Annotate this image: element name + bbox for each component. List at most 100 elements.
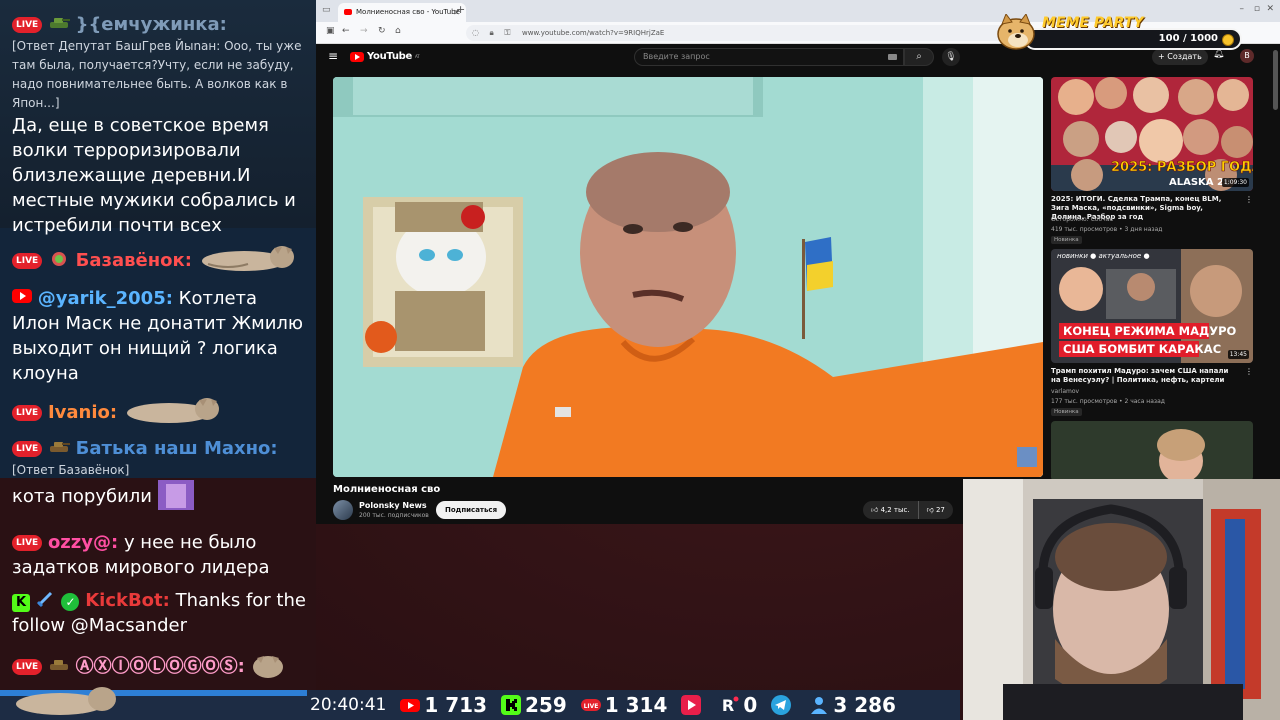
sidebar-icon[interactable]: ▣: [326, 26, 335, 36]
play-icon: [681, 695, 702, 715]
youtube-logo-text: YouTube: [367, 51, 412, 62]
chat-username[interactable]: @yarik_2005:: [38, 288, 173, 309]
youtube-icon: [12, 289, 32, 303]
sidebar-toggle-icon[interactable]: ▭: [322, 5, 331, 15]
chat-message: LIVE Базавёнок:: [12, 244, 310, 274]
browser-tab[interactable]: Молниеносная сво - YouTube ✕: [338, 3, 466, 22]
video-player[interactable]: [333, 77, 1043, 477]
meme-party-bar: 100 / 1000: [1024, 28, 1242, 50]
youtube-logo-icon: [350, 51, 364, 62]
reload-icon[interactable]: ↻: [378, 26, 386, 36]
cat-emote-icon: [201, 246, 294, 271]
create-label: Создать: [1167, 52, 1202, 61]
emote-image-icon: [157, 480, 194, 510]
related-thumbnail[interactable]: 2025: РАЗБОР ГОДА ALASKA 20 1:09:30: [1051, 77, 1253, 191]
kick-icon: [501, 695, 521, 715]
youtube-icon: [400, 699, 421, 712]
channel-avatar[interactable]: [333, 500, 353, 520]
play-button[interactable]: [681, 695, 705, 715]
like-button[interactable]: 👍︎ 4,2 тыс.: [863, 501, 919, 519]
chat-username[interactable]: Ivanio:: [48, 402, 117, 423]
related-meta: 419 тыс. просмотров • 3 дня назад: [1051, 226, 1163, 233]
tank-icon: [49, 660, 68, 670]
live-viewer-count: 1 314: [604, 693, 668, 717]
youtube-viewers: 1 713: [400, 693, 487, 717]
home-icon[interactable]: ⌂: [395, 26, 401, 36]
scrollbar-thumb[interactable]: [1273, 50, 1278, 110]
cat-emote-icon: [16, 687, 116, 715]
related-title[interactable]: Трамп похитил Мадуро: зачем США напали н…: [1051, 367, 1236, 385]
hamburger-menu-icon[interactable]: ≡: [328, 49, 338, 63]
webcam-image: [963, 479, 1280, 720]
svg-text:R: R: [722, 696, 734, 715]
total-viewer-count: 3 286: [833, 693, 896, 717]
channel-row: Polonsky News 200 тыс. подписчиков Подпи…: [333, 500, 1023, 522]
live-badge: LIVE: [12, 17, 43, 33]
chat-username[interactable]: ⒶⓍⒾⓄⓁⓄⒼⓄⓈ:: [76, 656, 245, 677]
clock-text: 20:40:41: [310, 695, 387, 715]
cat-emote-icon: [252, 656, 283, 678]
video-duration: 1:09:30: [1221, 178, 1249, 187]
close-window-icon[interactable]: ✕: [1266, 4, 1274, 14]
rutube-icon: R: [719, 695, 740, 715]
scrollbar[interactable]: [1271, 44, 1280, 524]
chat-username[interactable]: KickBot:: [85, 590, 170, 611]
new-badge: Новинка: [1051, 408, 1082, 416]
thumbnail-overlay-text: 2025: РАЗБОР ГОДА: [1111, 160, 1253, 175]
live-badge: LIVE: [12, 535, 43, 551]
coin-icon: [1222, 34, 1234, 46]
avatar-letter: В: [1244, 51, 1250, 60]
meme-party-count: 100 / 1000: [1158, 33, 1218, 44]
live-badge: LIVE: [12, 253, 43, 269]
person-icon: [811, 697, 828, 714]
channel-name[interactable]: Polonsky News: [359, 501, 427, 510]
chat-username[interactable]: Базавёнок:: [76, 250, 192, 271]
chat-text: кота порубили: [12, 486, 152, 507]
youtube-logo[interactable]: YouTube AT: [350, 51, 420, 62]
tank-icon: [49, 18, 70, 28]
chat-username[interactable]: ozzy@:: [48, 532, 118, 553]
search-input[interactable]: Введите запрос: [634, 48, 904, 66]
maximize-icon[interactable]: ▫: [1254, 4, 1260, 14]
thumbnail-image: новинки ● актуальное ● КОНЕЦ РЕЖИМА МАДУ…: [1051, 249, 1253, 363]
thumbs-down-icon: 👎︎: [926, 506, 934, 514]
new-tab-icon[interactable]: +: [456, 3, 465, 16]
meme-party-title: MEME PARTY: [1042, 15, 1144, 31]
voice-search-button[interactable]: 🎙︎: [942, 48, 960, 66]
channel-subscribers: 200 тыс. подписчиков: [359, 512, 429, 519]
keyboard-icon[interactable]: [888, 54, 897, 60]
chat-message: LIVE Батька наш Махно: [Ответ Базавёнок]…: [12, 436, 310, 510]
video-title: Молниеносная сво: [333, 484, 441, 495]
dislike-button[interactable]: 👎︎ 27: [919, 501, 953, 519]
chat-username[interactable]: }{емчужинка:: [76, 14, 227, 35]
related-thumbnail[interactable]: [1051, 421, 1253, 481]
live-icon: LIVE: [580, 699, 601, 711]
chat-panel: LIVE }{емчужинка: [Ответ Депутат БашГрев…: [0, 0, 316, 690]
thumbnail-image: 2025: РАЗБОР ГОДА ALASKA 20: [1051, 77, 1253, 191]
search-icon: ⌕: [916, 51, 922, 62]
chat-reply-quote: [Ответ Базавёнок]: [12, 463, 130, 477]
related-thumbnail[interactable]: новинки ● актуальное ● КОНЕЦ РЕЖИМА МАДУ…: [1051, 249, 1253, 363]
telegram-link[interactable]: [771, 695, 795, 715]
chat-message: K ✓ KickBot: Thanks for the follow @Macs…: [12, 588, 310, 638]
telegram-icon: [771, 695, 792, 715]
related-channel[interactable]: varlamov: [1051, 388, 1079, 395]
thumbnail-image: [1051, 421, 1253, 481]
chat-message: @yarik_2005: Котлета Илон Маск не донати…: [12, 286, 310, 386]
dislike-count: 27: [935, 506, 945, 514]
more-options-icon[interactable]: ⋮: [1245, 195, 1253, 204]
tab-title: Молниеносная сво - YouTube: [356, 8, 460, 16]
video-frame: [333, 77, 1043, 477]
video-duration: 13:45: [1227, 350, 1249, 359]
forward-icon[interactable]: →: [360, 26, 368, 36]
thumbnail-top-text: новинки ● актуальное ●: [1057, 252, 1150, 260]
emoji-icon: [51, 252, 66, 266]
chat-username[interactable]: Батька наш Махно:: [76, 438, 278, 459]
related-channel[interactable]: Осторожно: Собчак: [1051, 216, 1113, 223]
subscribe-button[interactable]: Подписаться: [436, 501, 507, 519]
url-field[interactable]: ◌ 🔒︎ ⚿ www.youtube.com/watch?v=9RIQHrjZa…: [466, 25, 1026, 41]
chat-message: LIVE ozzy@: у нее не было задатков миров…: [12, 530, 310, 580]
back-icon[interactable]: ←: [342, 26, 350, 36]
more-options-icon[interactable]: ⋮: [1245, 367, 1253, 376]
search-button[interactable]: ⌕: [904, 48, 934, 66]
